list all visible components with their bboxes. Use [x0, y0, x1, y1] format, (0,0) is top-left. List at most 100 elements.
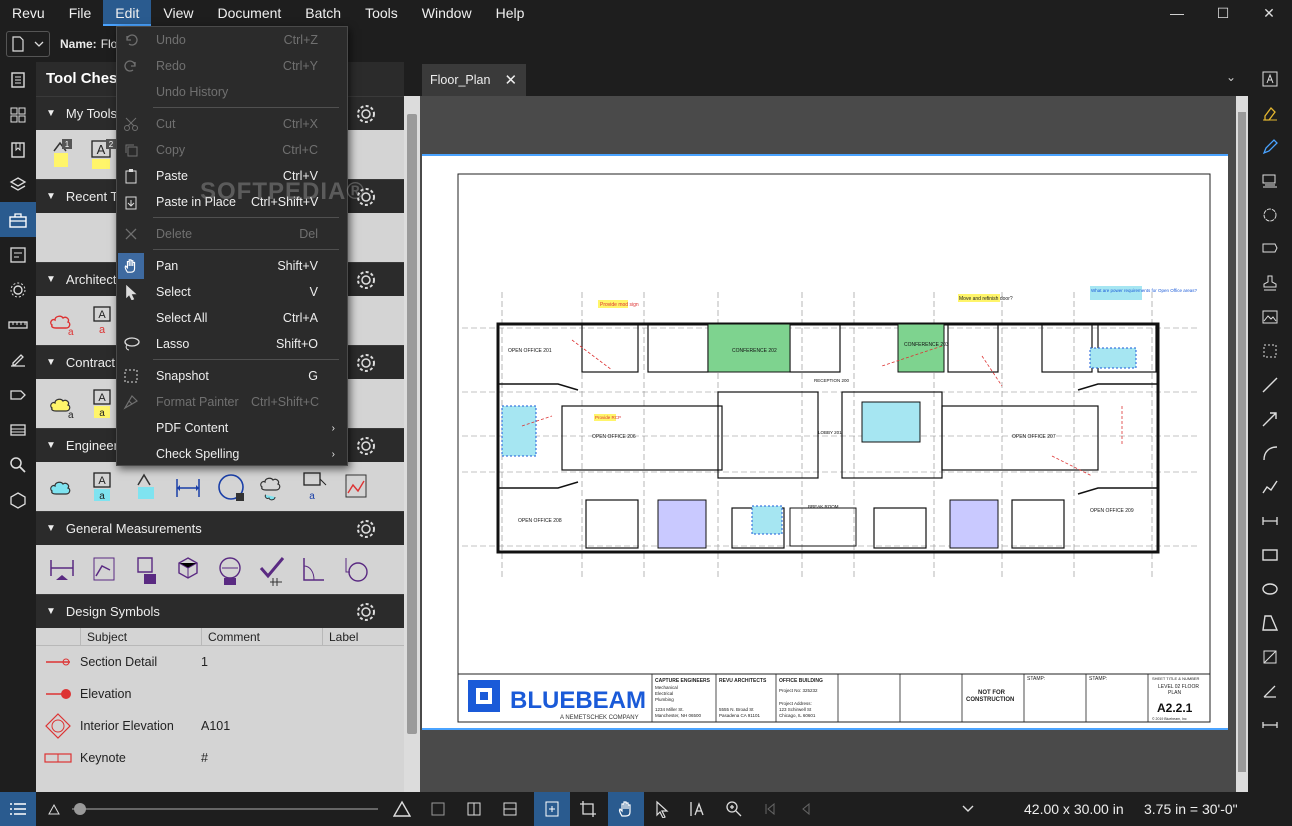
menu-item-redo[interactable]: Redo Ctrl+Y — [117, 53, 347, 79]
split-horizontal-button[interactable] — [492, 792, 528, 826]
menu-item-lasso[interactable]: Lasso Shift+O — [117, 331, 347, 357]
callout-tool[interactable] — [1248, 164, 1292, 198]
tabs-dropdown-icon[interactable]: ⌄ — [1226, 70, 1236, 84]
thumbnails-tab[interactable] — [0, 62, 36, 97]
page-scale[interactable]: 3.75 in = 30'-0" — [1144, 801, 1238, 817]
section-general-measurements[interactable]: ▼ General Measurements — [36, 511, 404, 545]
cloud-tool[interactable]: a — [48, 388, 74, 421]
single-page-button[interactable] — [420, 792, 456, 826]
length-tool[interactable] — [48, 554, 74, 586]
angle-measure-tool[interactable] — [1248, 674, 1292, 708]
image-tool[interactable] — [1248, 300, 1292, 334]
zoom-button[interactable] — [716, 792, 752, 826]
menu-revu[interactable]: Revu — [0, 0, 57, 26]
list-toggle[interactable] — [0, 792, 36, 826]
first-page-button[interactable] — [752, 792, 788, 826]
radius-tool[interactable] — [216, 554, 242, 586]
diameter-tool[interactable] — [342, 554, 368, 586]
properties-tab[interactable] — [0, 272, 36, 307]
cloud-tool[interactable]: a — [48, 305, 74, 338]
studio-tab[interactable] — [0, 482, 36, 517]
subject-column-header[interactable]: Subject — [80, 628, 201, 645]
previous-page-button[interactable] — [788, 792, 824, 826]
menu-item-check-spelling[interactable]: Check Spelling › — [117, 441, 347, 467]
menu-item-select-all[interactable]: Select All Ctrl+A — [117, 305, 347, 331]
zoom-in-button[interactable] — [384, 792, 420, 826]
length-measure-tool[interactable] — [1248, 708, 1292, 742]
scrollbar-thumb[interactable] — [407, 114, 417, 734]
menu-item-delete[interactable]: Delete Del — [117, 221, 347, 247]
table-row[interactable]: Section Detail 1 — [36, 646, 404, 678]
zoom-out-button[interactable] — [36, 792, 72, 826]
circle-tool[interactable] — [216, 471, 244, 503]
stamp-tool[interactable] — [1248, 266, 1292, 300]
menu-window[interactable]: Window — [410, 0, 484, 26]
polyline-tool[interactable] — [1248, 470, 1292, 504]
highlight-tool[interactable] — [1248, 96, 1292, 130]
menu-view[interactable]: View — [151, 0, 205, 26]
menu-edit[interactable]: Edit — [103, 0, 152, 26]
polylength-tool[interactable] — [90, 554, 116, 586]
snapshot-tool[interactable] — [1248, 334, 1292, 368]
angle-tool[interactable] — [300, 554, 326, 586]
scrollbar-thumb[interactable] — [1238, 112, 1246, 772]
document-canvas[interactable]: Provide mod sign Move and refinish door?… — [420, 96, 1248, 792]
label-column-header[interactable]: Label — [322, 628, 404, 645]
gear-icon[interactable] — [356, 602, 376, 622]
pen-tool[interactable] — [1248, 130, 1292, 164]
text-box-tool[interactable] — [1248, 62, 1292, 96]
tags-tab[interactable] — [0, 377, 36, 412]
gear-icon[interactable] — [356, 104, 376, 124]
line-tool[interactable] — [1248, 368, 1292, 402]
close-icon[interactable]: ✕ — [504, 71, 517, 89]
menu-item-pan[interactable]: Pan Shift+V — [117, 253, 347, 279]
maximize-button[interactable]: ☐ — [1200, 0, 1246, 26]
callout-tool[interactable]: Aa — [90, 305, 116, 337]
close-button[interactable]: ✕ — [1246, 0, 1292, 26]
menu-item-undo[interactable]: Undo Ctrl+Z — [117, 27, 347, 53]
area-measure-tool[interactable] — [1248, 640, 1292, 674]
table-row[interactable]: Elevation — [36, 678, 404, 710]
menu-tools[interactable]: Tools — [353, 0, 410, 26]
panel-scrollbar[interactable] — [404, 96, 420, 792]
menu-file[interactable]: File — [57, 0, 104, 26]
measurements-tab[interactable] — [0, 307, 36, 342]
area-tool[interactable] — [132, 554, 158, 586]
dimension-tool[interactable] — [174, 471, 200, 503]
name-value[interactable]: Flo — [101, 37, 118, 51]
menu-item-pdf-content[interactable]: PDF Content › — [117, 415, 347, 441]
page-dropdown[interactable] — [950, 792, 986, 826]
menu-item-copy[interactable]: Copy Ctrl+C — [117, 137, 347, 163]
zoom-slider[interactable] — [72, 803, 378, 815]
menu-item-format-painter[interactable]: Format Painter Ctrl+Shift+C — [117, 389, 347, 415]
search-tab[interactable] — [0, 447, 36, 482]
callout-tool[interactable]: Aa — [90, 388, 116, 420]
document-dropdown-button[interactable] — [6, 31, 50, 57]
tab-floor-plan[interactable]: Floor_Plan ✕ — [422, 64, 526, 96]
dimension-tool[interactable] — [1248, 504, 1292, 538]
rectangle-tool[interactable] — [1248, 538, 1292, 572]
gear-icon[interactable] — [356, 353, 376, 373]
bookmarks-tab[interactable] — [0, 132, 36, 167]
select-button[interactable] — [644, 792, 680, 826]
menu-item-select[interactable]: Select V — [117, 279, 347, 305]
text-callout-tool[interactable]: a — [300, 471, 327, 503]
volume-tool[interactable] — [174, 554, 200, 586]
menu-batch[interactable]: Batch — [293, 0, 353, 26]
sync-button[interactable] — [534, 792, 570, 826]
table-row[interactable]: Interior Elevation A101 — [36, 710, 404, 742]
grid-tab[interactable] — [0, 97, 36, 132]
menu-document[interactable]: Document — [205, 0, 293, 26]
select-text-button[interactable] — [680, 792, 716, 826]
pan-button[interactable] — [608, 792, 644, 826]
ellipse-tool[interactable] — [1248, 572, 1292, 606]
menu-help[interactable]: Help — [484, 0, 537, 26]
menu-item-cut[interactable]: Cut Ctrl+X — [117, 111, 347, 137]
cloud-tool[interactable] — [1248, 198, 1292, 232]
cloud-outline-tool[interactable] — [258, 471, 284, 503]
arc-tool[interactable] — [1248, 436, 1292, 470]
arrow-callout-tool[interactable] — [1248, 232, 1292, 266]
polygon-tool[interactable] — [1248, 606, 1292, 640]
table-row[interactable]: Keynote # — [36, 742, 404, 774]
menu-item-snapshot[interactable]: Snapshot G — [117, 363, 347, 389]
